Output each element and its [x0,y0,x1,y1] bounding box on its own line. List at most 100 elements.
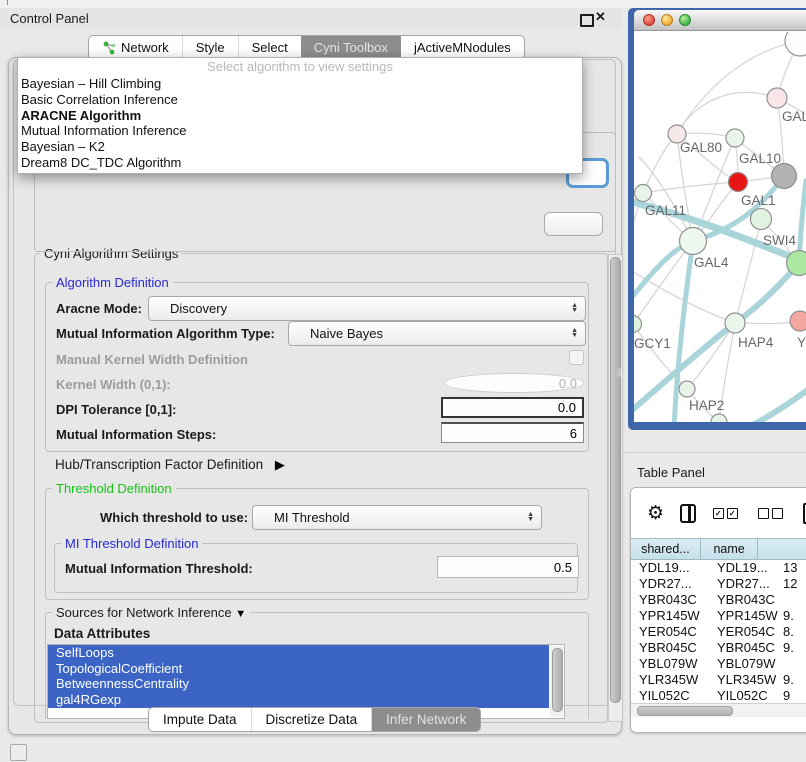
mi-algorithm-type-combobox[interactable]: Naive Bayes ▲▼ [288,321,586,346]
table-cell: YBR045C [639,640,697,656]
columns-icon[interactable] [680,504,696,523]
settings-vertical-scrollbar[interactable] [608,254,623,722]
tab-infer-network[interactable]: Infer Network [371,708,480,731]
network-node[interactable] [785,32,806,56]
table-cell: YLR345W [717,672,776,688]
algorithm-definition-group: Algorithm Definition Aracne Mode: Discov… [45,282,589,452]
network-node[interactable] [729,173,748,192]
manual-kernel-checkbox[interactable] [569,350,584,365]
table-row[interactable]: YDL19...YDL19...13 [631,560,806,576]
dropdown-item-dream8-dc-tdc-algorithm[interactable]: Dream8 DC_TDC Algorithm [18,155,582,171]
tab-discretize-data[interactable]: Discretize Data [251,708,372,731]
close-icon[interactable]: ✕ [595,9,606,25]
table-row[interactable]: YDR27...YDR27...12 [631,576,806,592]
column-header-shared-name[interactable]: shared... [631,539,701,559]
tab-select[interactable]: Select [238,36,301,59]
minimize-traffic-light-icon[interactable] [661,14,673,26]
sources-group-title[interactable]: Sources for Network Inference ▼ [52,605,250,620]
hub-factor-section-toggle[interactable]: Hub/Transcription Factor Definition ▶ [55,457,285,473]
dpi-tolerance-field[interactable]: 0.0 [441,397,584,418]
column-header-clipped[interactable] [758,539,806,559]
tab-network[interactable]: Network [89,36,182,59]
table-row[interactable]: YER054CYER054C8. [631,624,806,640]
splitter-handle[interactable] [617,368,621,377]
stepper-arrows-icon: ▲▼ [527,513,534,522]
kernel-width-field[interactable]: 0.0 [444,373,584,393]
table-row[interactable]: YBR045C YBR045C 9. [631,640,806,656]
network-node[interactable] [751,209,772,230]
table-cell: YDL19... [717,560,768,576]
network-node[interactable] [711,414,727,422]
dropdown-item-bayesian-k2[interactable]: Bayesian – K2 [18,139,582,155]
algorithm-dropdown-popup: Select algorithm to view settings Bayesi… [17,57,583,174]
table-row[interactable]: YBL079WYBL079W [631,656,806,672]
unchecked-pair-icon[interactable] [758,508,786,519]
collapsed-arrow-icon: ▶ [275,457,285,473]
attribute-item-gal4rgexp[interactable]: gal4RGexp [48,692,549,708]
table-cell: YPR145W [717,608,778,624]
network-node[interactable] [635,185,652,202]
tab-jactivemnodules[interactable]: jActiveMNodules [401,36,524,59]
network-node[interactable] [726,129,744,147]
table-row[interactable]: YLR345WYLR345W9. [631,672,806,688]
dropdown-item-bayesian-hill-climbing[interactable]: Bayesian – Hill Climbing [18,76,582,92]
network-canvas[interactable]: GALGAL80GAL10GAL1GAL11SWI4GAL4GCY1HAP4YH… [634,32,806,422]
table-row[interactable]: YBR043CYBR043C [631,592,806,608]
tab-label: Cyni Toolbox [314,40,388,55]
zoom-traffic-light-icon[interactable] [679,14,691,26]
tab-impute-data[interactable]: Impute Data [149,708,251,731]
dropdown-item-mutual-information-inference[interactable]: Mutual Information Inference [18,123,582,139]
group-title: Algorithm Definition [52,275,173,290]
node-label-gcy1: GCY1 [634,336,671,351]
checked-pair-icon[interactable]: ✓✓ [713,508,741,519]
network-node[interactable] [772,164,797,189]
network-node[interactable] [634,316,642,333]
mi-steps-label: Mutual Information Steps: [56,427,216,442]
table-scrollbar-thumb[interactable] [637,706,733,716]
table-panel: ⚙ ✓✓ shared... name YDL19...YDL19...13YD… [630,487,806,733]
table-horizontal-scrollbar[interactable] [631,703,806,717]
network-window-titlebar[interactable] [634,10,806,31]
node-label-swi4: SWI4 [763,233,796,248]
close-traffic-light-icon[interactable] [643,14,655,26]
float-window-icon[interactable] [580,14,594,27]
network-node[interactable] [680,228,707,255]
combobox-fragment[interactable] [544,212,603,236]
attribute-item-topologicalcoefficient[interactable]: TopologicalCoefficient [48,661,549,677]
attribute-item-betweennesscentrality[interactable]: BetweennessCentrality [48,676,549,692]
column-header-name[interactable]: name [701,539,759,559]
attribute-item-selfloops[interactable]: SelfLoops [48,645,549,661]
table-row[interactable]: YPR145WYPR145W9. [631,608,806,624]
table-cell: YBR045C [717,640,775,656]
mi-threshold-field[interactable]: 0.5 [437,556,579,578]
collapsed-panel-icon[interactable] [10,744,27,761]
which-threshold-combobox[interactable]: MI Threshold ▲▼ [252,505,542,530]
vertical-scrollbar-thumb[interactable] [610,257,621,703]
tab-style[interactable]: Style [182,36,238,59]
tab-cyni-toolbox[interactable]: Cyni Toolbox [301,36,401,59]
node-label-gal4: GAL4 [694,255,729,270]
network-edge-thick [749,384,806,422]
dropdown-item-basic-correlation-inference[interactable]: Basic Correlation Inference [18,92,582,108]
list-scrollbar[interactable] [550,646,563,717]
threshold-definition-group: Threshold Definition Which threshold to … [45,488,589,600]
node-label-gal10: GAL10 [739,151,781,166]
network-icon [102,41,116,55]
manual-kernel-label: Manual Kernel Width Definition [56,352,248,367]
aracne-mode-combobox[interactable]: Discovery ▲▼ [148,296,586,321]
table-cell: 9 [783,688,790,703]
network-node[interactable] [767,88,787,108]
table-cell: 9. [783,640,794,656]
gear-icon[interactable]: ⚙ [647,502,664,524]
network-node[interactable] [790,311,806,331]
network-node[interactable] [787,251,806,276]
dropdown-item-aracne-algorithm[interactable]: ARACNE Algorithm [18,108,582,124]
list-scrollbar-thumb[interactable] [552,648,563,712]
network-node[interactable] [679,381,695,397]
tab-label: Style [196,40,225,55]
mi-steps-field[interactable]: 6 [441,422,584,443]
table-cell: 8. [783,624,794,640]
table-row[interactable]: YIL052CYIL052C9 [631,688,806,703]
network-node[interactable] [725,313,745,333]
table-panel-divider [622,452,806,453]
